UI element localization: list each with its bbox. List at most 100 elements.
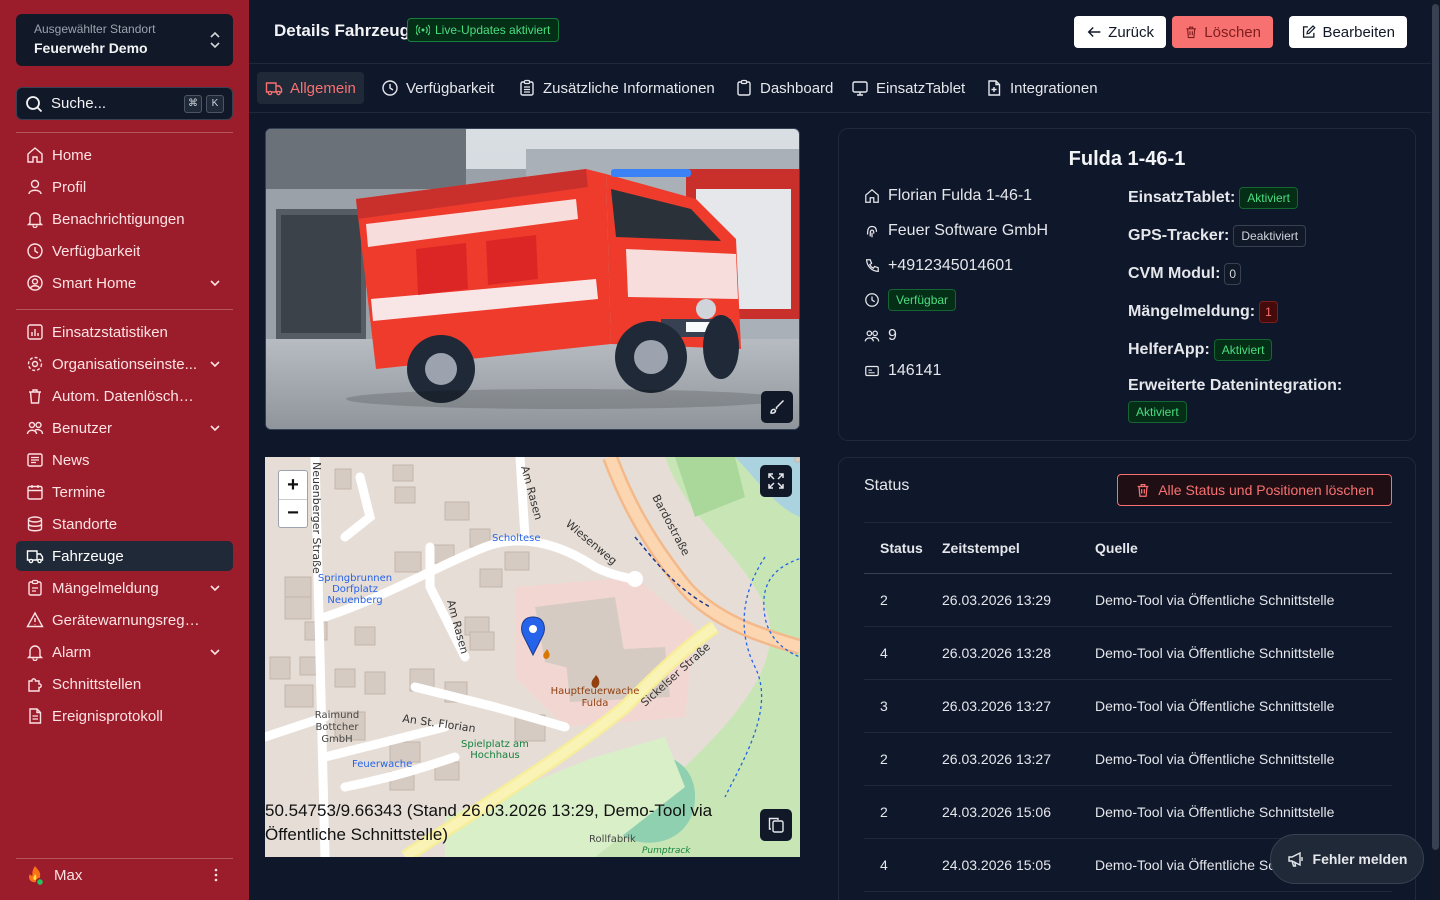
sidebar-item-ereignisprotokoll[interactable]: Ereignisprotokoll	[16, 701, 233, 731]
sidebar-item-smart-home[interactable]: Smart Home	[16, 268, 233, 298]
copy-position-button[interactable]	[760, 809, 792, 841]
map-label-poi: Pumptrack	[642, 846, 691, 856]
map-label-poi: Spielplatz am Hochhaus	[461, 739, 529, 761]
broadcast-icon	[416, 24, 430, 36]
sidebar-item-home[interactable]: Home	[16, 140, 233, 170]
count-badge: 0	[1224, 263, 1242, 285]
sidebar-item-schnittstellen[interactable]: Schnittstellen	[16, 669, 233, 699]
column-header-quelle[interactable]: Quelle	[1095, 540, 1392, 556]
info-phone: +4912345014601	[864, 257, 1013, 275]
column-header-status[interactable]: Status	[864, 540, 942, 556]
search-icon	[26, 95, 43, 112]
tab-integrationen[interactable]: Integrationen	[977, 72, 1106, 104]
page-header: Details Fahrzeug Live-Updates aktiviert …	[249, 0, 1431, 64]
gear-icon	[27, 356, 43, 372]
tab-einsatztablet[interactable]: EinsatzTablet	[843, 72, 973, 104]
sidebar: Ausgewählter Standort Feuerwehr Demo Suc…	[0, 0, 249, 900]
count-badge: 1	[1259, 301, 1278, 323]
user-menu[interactable]: Max	[16, 862, 233, 888]
fullscreen-button[interactable]	[760, 465, 792, 497]
home-icon	[865, 188, 879, 203]
avatar	[29, 866, 45, 886]
map-label-street: Am Rasen	[518, 464, 545, 521]
clear-status-button[interactable]: Alle Status und Positionen löschen	[1117, 474, 1392, 506]
vehicle-location-map[interactable]: Neuenberger Straße Am Rasen Wiesenweg Ba…	[265, 457, 800, 857]
clock-icon	[382, 80, 398, 96]
kbd-k: K	[206, 94, 224, 113]
tab-allgemein[interactable]: Allgemein	[257, 72, 364, 104]
chevron-down-icon	[210, 649, 220, 656]
document-icon	[29, 708, 42, 724]
column-header-zeitstempel[interactable]: Zeitstempel	[942, 540, 1095, 556]
clipboard-icon	[737, 79, 751, 96]
map-label-poi: Scholtese	[492, 533, 541, 544]
page-title: Details Fahrzeug	[274, 21, 411, 40]
status-badge: Aktiviert	[1128, 401, 1187, 423]
trash-icon	[1137, 484, 1149, 497]
truck-icon	[265, 82, 283, 96]
status-badge: Aktiviert	[1213, 339, 1273, 361]
puzzle-icon	[28, 678, 42, 692]
map-label-poi: Feuerwache	[352, 759, 412, 770]
prop-gps-tracker: GPS-Tracker: Deaktiviert	[1128, 225, 1307, 247]
zoom-in-button[interactable]: +	[279, 471, 307, 499]
sidebar-item-standorte[interactable]: Standorte	[16, 509, 233, 539]
sidebar-item-benutzer[interactable]: Benutzer	[16, 413, 233, 443]
prop-einsatztablet: EinsatzTablet: Aktiviert	[1128, 187, 1298, 209]
status-title: Status	[864, 477, 910, 494]
database-icon	[27, 516, 43, 532]
sidebar-item-alarm[interactable]: Alarm	[16, 637, 233, 667]
tab-verfuegbarkeit[interactable]: Verfügbarkeit	[373, 72, 502, 104]
map-label-street: Sickelser Straße	[638, 640, 713, 709]
availability-badge: Verfügbar	[888, 289, 957, 311]
sidebar-item-geraetewarnungsregeln[interactable]: Gerätewarnungsregeln	[16, 605, 233, 635]
sidebar-item-datenloeschung[interactable]: Autom. Datenlöschung	[16, 381, 233, 411]
location-value: Feuerwehr Demo	[34, 40, 148, 56]
map-zoom-control: + −	[278, 470, 308, 528]
map-label-poi: Springbrunnen Dorfplatz Neuenberg	[318, 573, 392, 606]
chevron-down-icon	[210, 361, 220, 368]
map-label-poi: Raimund Bottcher GmbH	[315, 710, 359, 745]
report-bug-button[interactable]: Fehler melden	[1270, 834, 1424, 884]
sidebar-item-profil[interactable]: Profil	[16, 172, 233, 202]
edit-button[interactable]: Bearbeiten	[1289, 16, 1407, 48]
back-button[interactable]: Zurück	[1074, 16, 1166, 48]
search-input[interactable]: Suche... ⌘ K	[16, 87, 233, 120]
sidebar-item-organisationseinstellungen[interactable]: Organisationseinste...	[16, 349, 233, 379]
sidebar-item-benachrichtigungen[interactable]: Benachrichtigungen	[16, 204, 233, 234]
sidebar-nav-admin: Einsatzstatistiken Organisationseinste..…	[16, 317, 233, 733]
user-icon	[28, 179, 42, 195]
more-vertical-icon[interactable]	[209, 866, 223, 884]
tab-dashboard[interactable]: Dashboard	[727, 72, 841, 104]
user-name: Max	[54, 866, 83, 884]
sidebar-item-einsatzstatistiken[interactable]: Einsatzstatistiken	[16, 317, 233, 347]
trash-icon	[29, 389, 41, 404]
clipboard-list-icon	[520, 79, 534, 96]
sidebar-item-news[interactable]: News	[16, 445, 233, 475]
prop-erweiterte-datenintegration: Erweiterte Datenintegration:	[1128, 377, 1343, 394]
sidebar-item-fahrzeuge[interactable]: Fahrzeuge	[16, 541, 233, 571]
sidebar-item-termine[interactable]: Termine	[16, 477, 233, 507]
chevron-down-icon	[210, 425, 220, 432]
location-label: Ausgewählter Standort	[34, 22, 156, 36]
tab-zusaetzliche-informationen[interactable]: Zusätzliche Informationen	[510, 72, 723, 104]
location-select[interactable]: Ausgewählter Standort Feuerwehr Demo	[16, 14, 233, 66]
monitor-icon	[852, 81, 868, 96]
newspaper-icon	[27, 453, 43, 467]
sidebar-item-maengelmeldung[interactable]: Mängelmeldung	[16, 573, 233, 603]
delete-button[interactable]: Löschen	[1172, 16, 1273, 48]
zoom-out-button[interactable]: −	[279, 499, 307, 527]
page-scrollbar-thumb[interactable]	[1432, 4, 1439, 850]
sidebar-divider	[16, 858, 233, 859]
sidebar-item-verfuegbarkeit[interactable]: Verfügbarkeit	[16, 236, 233, 266]
edit-image-button[interactable]	[761, 391, 793, 423]
sidebar-nav-main: Home Profil Benachrichtigungen Verfügbar…	[16, 140, 233, 300]
clipboard-icon	[28, 579, 42, 596]
live-updates-badge: Live-Updates aktiviert	[407, 18, 560, 42]
table-row: 2 24.03.2026 15:06 Demo-Tool via Öffentl…	[864, 786, 1392, 839]
id-card-icon	[865, 365, 879, 377]
sidebar-divider	[16, 132, 233, 133]
clock-icon	[865, 293, 879, 307]
table-row: 2 26.03.2026 13:27 Demo-Tool via Öffentl…	[864, 733, 1392, 786]
user-circle-icon	[27, 275, 43, 291]
